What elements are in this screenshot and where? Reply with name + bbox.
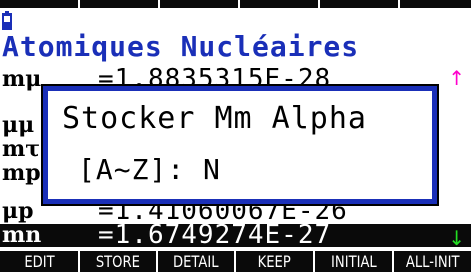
status-segment: [320, 0, 400, 8]
variable-input[interactable]: [A~Z]: N: [78, 155, 221, 185]
detail-button[interactable]: DETAIL: [156, 251, 234, 272]
status-segment: [240, 0, 320, 8]
edit-button[interactable]: EDIT: [0, 251, 78, 272]
constant-symbol: mτ: [2, 136, 41, 162]
status-segment: [80, 0, 160, 8]
constant-symbol: mp: [2, 160, 41, 186]
battery-icon: [2, 11, 12, 30]
constant-value: =1.6749274E-27: [98, 220, 332, 250]
initial-button[interactable]: INITIAL: [313, 251, 392, 272]
arrow-down-icon: ↓: [448, 226, 465, 250]
constant-symbol: mμ: [2, 66, 42, 92]
status-segment: [160, 0, 240, 8]
store-dialog: Stocker Mm Alpha [A~Z]: N: [41, 84, 439, 206]
calculator-screen: Atomiques Nucléaires mμ =1.8835315E-28 μ…: [0, 0, 471, 273]
status-segment: [0, 0, 80, 8]
function-key-bar: EDIT STORE DETAIL KEEP INITIAL ALL-INIT: [0, 250, 471, 273]
status-bar: [0, 0, 471, 8]
keep-button[interactable]: KEEP: [234, 251, 313, 272]
constant-symbol: mn: [2, 222, 42, 248]
all-init-button[interactable]: ALL-INIT: [392, 251, 471, 272]
arrow-up-icon: ↑: [448, 66, 465, 90]
store-button[interactable]: STORE: [78, 251, 156, 272]
constant-symbol: μμ: [2, 112, 35, 138]
dialog-title: Stocker Mm Alpha: [62, 101, 367, 136]
constant-symbol: μp: [2, 198, 34, 224]
page-title: Atomiques Nucléaires: [2, 30, 360, 63]
list-item-selected[interactable]: mn =1.6749274E-27: [0, 220, 471, 250]
